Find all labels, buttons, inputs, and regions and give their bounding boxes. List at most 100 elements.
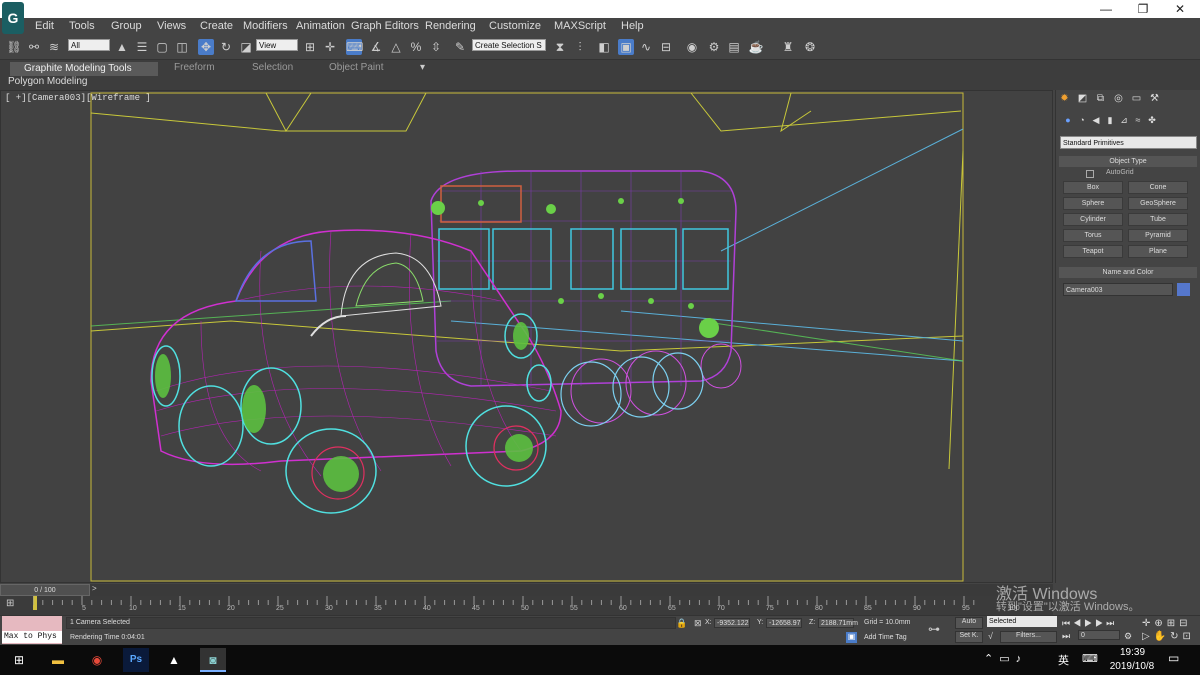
menu-animation[interactable]: Animation xyxy=(296,20,345,32)
menu-tools[interactable]: Tools xyxy=(69,20,95,32)
named-selection-dropdown[interactable]: Create Selection S xyxy=(472,39,546,51)
auto-key-button[interactable]: Auto xyxy=(955,617,983,629)
next-frame-icon[interactable]: > xyxy=(92,584,97,593)
file-explorer-icon[interactable]: ▬ xyxy=(45,648,71,672)
mirror-icon[interactable]: ⧗ xyxy=(552,39,568,55)
display-tab-icon[interactable]: ▭ xyxy=(1130,93,1143,106)
tab-object-paint[interactable]: Object Paint xyxy=(329,62,383,76)
menu-maxscript[interactable]: MAXScript xyxy=(554,20,606,32)
motion-tab-icon[interactable]: ◎ xyxy=(1112,93,1125,106)
curve-editor-icon[interactable]: ∿ xyxy=(638,39,654,55)
select-manipulate-icon[interactable]: ✛ xyxy=(322,39,338,55)
lights-icon[interactable]: ◀ xyxy=(1090,115,1102,127)
menu-views[interactable]: Views xyxy=(157,20,186,32)
shapes-icon[interactable]: ◔ xyxy=(1076,115,1088,127)
sphere-button[interactable]: Sphere xyxy=(1063,197,1123,210)
set-key-button[interactable]: Set K. xyxy=(955,631,983,643)
lock-selection-icon[interactable]: 🔒 xyxy=(676,618,687,629)
pyramid-button[interactable]: Pyramid xyxy=(1128,229,1188,242)
select-by-name-icon[interactable]: ☰ xyxy=(134,39,150,55)
primitive-category-dropdown[interactable]: Standard Primitives xyxy=(1060,136,1197,149)
geometry-icon[interactable]: ● xyxy=(1062,115,1074,127)
keyboard-shortcut-override-icon[interactable]: ⌨ xyxy=(346,39,363,55)
photoshop-icon[interactable]: Ps xyxy=(123,648,149,672)
utilities-tab-icon[interactable]: ⚒ xyxy=(1148,93,1161,106)
menu-help[interactable]: Help xyxy=(621,20,644,32)
layer-manager-icon[interactable]: ◧ xyxy=(596,39,612,55)
systems-icon[interactable]: ✤ xyxy=(1146,115,1158,127)
select-scale-icon[interactable]: ◪ xyxy=(238,39,254,55)
menu-customize[interactable]: Customize xyxy=(489,20,541,32)
playback-controls[interactable]: ⏮◀▶▶⏭ xyxy=(1062,618,1117,629)
geosphere-button[interactable]: GeoSphere xyxy=(1128,197,1188,210)
chrome-icon[interactable]: ◉ xyxy=(84,648,110,672)
particle-tool-icon[interactable]: ❂ xyxy=(802,39,818,55)
clock-time[interactable]: 19:39 xyxy=(1110,647,1155,658)
name-and-color-rollout[interactable]: Name and Color xyxy=(1059,267,1197,278)
rendered-frame-window-icon[interactable]: ▤ xyxy=(726,39,742,55)
key-mode-icon[interactable]: √ xyxy=(988,631,993,641)
close-button[interactable]: ✕ xyxy=(1160,0,1200,18)
menu-graph-editors[interactable]: Graph Editors xyxy=(351,20,419,32)
helpers-icon[interactable]: ⊿ xyxy=(1118,115,1130,127)
menu-rendering[interactable]: Rendering xyxy=(425,20,476,32)
time-config-icon[interactable]: ⚙ xyxy=(1124,631,1132,642)
material-editor-icon[interactable]: ◉ xyxy=(684,39,700,55)
cameras-icon[interactable]: ▮ xyxy=(1104,115,1116,127)
x-coord-field[interactable]: -9352.122 xyxy=(714,618,750,628)
mini-curve-editor-icon[interactable]: ⊞ xyxy=(6,598,20,610)
time-tag-icon[interactable]: ▣ xyxy=(846,632,857,643)
key-mode-toggle-icon[interactable]: ⏭ xyxy=(1062,631,1070,642)
key-filters-button[interactable]: Filters... xyxy=(1000,631,1057,643)
rect-selection-icon[interactable]: ▢ xyxy=(154,39,170,55)
photos-icon[interactable]: ▲ xyxy=(161,648,187,672)
ribbon-panel-polygon-modeling[interactable]: Polygon Modeling xyxy=(8,76,88,89)
tab-freeform[interactable]: Freeform xyxy=(174,62,215,76)
tab-selection[interactable]: Selection xyxy=(252,62,293,76)
angle-snap-icon[interactable]: △ xyxy=(388,39,404,55)
menu-edit[interactable]: Edit xyxy=(35,20,54,32)
minimize-button[interactable]: — xyxy=(1086,0,1126,18)
pivot-center-icon[interactable]: ⊞ xyxy=(302,39,318,55)
menu-modifiers[interactable]: Modifiers xyxy=(243,20,288,32)
add-time-tag[interactable]: Add Time Tag xyxy=(864,634,907,641)
teapot-button[interactable]: Teapot xyxy=(1063,245,1123,258)
spinner-snap-icon[interactable]: ⇳ xyxy=(428,39,444,55)
object-color-swatch[interactable] xyxy=(1177,283,1190,296)
schematic-view-icon[interactable]: ⊟ xyxy=(658,39,674,55)
3dsmax-taskbar-icon[interactable]: ◙ xyxy=(200,648,226,672)
create-tab-icon[interactable]: ✹ xyxy=(1058,93,1071,106)
torus-button[interactable]: Torus xyxy=(1063,229,1123,242)
render-production-icon[interactable]: ☕ xyxy=(748,39,764,55)
set-key-icon[interactable]: ⊶ xyxy=(928,622,940,636)
camera-viewport[interactable]: [ +][Camera003][Wireframe ] xyxy=(0,90,1053,583)
start-button-icon[interactable]: ⊞ xyxy=(6,648,32,672)
object-name-field[interactable]: Camera003 xyxy=(1063,283,1173,296)
z-coord-field[interactable]: 2188.71mm xyxy=(818,618,858,628)
bind-space-warp-icon[interactable]: ≋ xyxy=(46,39,62,55)
snaps-toggle-icon[interactable]: ∡ xyxy=(368,39,384,55)
viewport-nav-controls-2[interactable]: ▷✋↻⊡ xyxy=(1142,631,1195,642)
app-logo-icon[interactable]: G xyxy=(2,2,24,34)
box-button[interactable]: Box xyxy=(1063,181,1123,194)
plugin-tool-icon[interactable]: ♜ xyxy=(780,39,796,55)
autogrid-checkbox[interactable] xyxy=(1086,170,1094,178)
clock-date[interactable]: 2019/10/8 xyxy=(1102,661,1162,672)
maximize-button[interactable]: ❐ xyxy=(1123,0,1163,18)
modify-tab-icon[interactable]: ◩ xyxy=(1076,93,1089,106)
select-object-icon[interactable]: ▲ xyxy=(114,39,130,55)
select-rotate-icon[interactable]: ↻ xyxy=(218,39,234,55)
ime-indicator[interactable]: 英 xyxy=(1058,652,1069,668)
reference-coord-dropdown[interactable]: View xyxy=(256,39,298,51)
viewport-label[interactable]: [ +][Camera003][Wireframe ] xyxy=(5,93,151,103)
percent-snap-icon[interactable]: % xyxy=(408,39,424,55)
tube-button[interactable]: Tube xyxy=(1128,213,1188,226)
render-setup-icon[interactable]: ⚙ xyxy=(706,39,722,55)
maxscript-mini-listener[interactable]: Max to Phys xyxy=(2,631,62,643)
window-crossing-icon[interactable]: ◫ xyxy=(174,39,190,55)
menu-create[interactable]: Create xyxy=(200,20,233,32)
select-move-icon[interactable]: ✥ xyxy=(198,39,214,55)
cone-button[interactable]: Cone xyxy=(1128,181,1188,194)
edit-named-selection-icon[interactable]: ✎ xyxy=(452,39,468,55)
object-type-rollout[interactable]: Object Type xyxy=(1059,156,1197,167)
